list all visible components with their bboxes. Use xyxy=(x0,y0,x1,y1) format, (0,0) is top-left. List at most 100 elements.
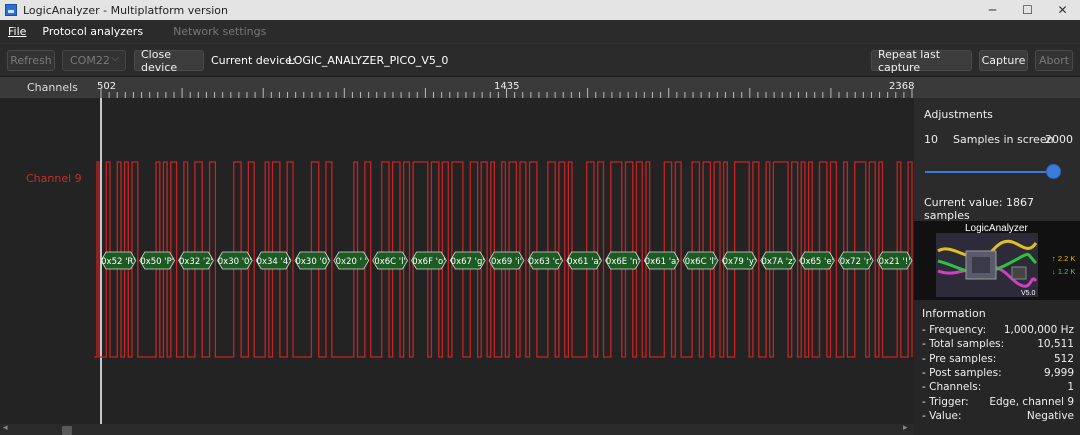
info-row-value: 9,999 xyxy=(1043,366,1074,379)
decoded-byte: 0x34 '4' xyxy=(255,251,292,270)
sample-viewer[interactable]: Channel 9 0x52 'R' 0x50 'P' 0x32 '2' 0x30 '… xyxy=(0,98,914,424)
info-row-value: Negative xyxy=(1026,409,1074,422)
port-select[interactable]: COM22 ⌵ xyxy=(62,50,126,71)
info-row-value: 512 xyxy=(1053,352,1074,365)
decoded-byte-label: 0x72 'r' xyxy=(840,257,872,267)
ruler-ticks xyxy=(100,88,913,98)
info-row-value: 10,511 xyxy=(1037,338,1074,351)
info-row-label: - Trigger: xyxy=(922,395,969,408)
samples-slider-handle[interactable] xyxy=(1046,164,1061,179)
info-row-label: - Value: xyxy=(922,409,962,422)
decoded-byte-label: 0x79 'y' xyxy=(723,257,757,267)
info-row-value: 1 xyxy=(1067,381,1074,394)
close-icon[interactable]: ✕ xyxy=(1045,0,1080,20)
scroll-left-icon[interactable]: ◂ xyxy=(3,423,8,433)
info-row: - Value: Negative xyxy=(922,410,1074,422)
decoded-byte: 0x30 '0' xyxy=(294,251,331,270)
sample-ruler: Channels 502 1435 2368 xyxy=(0,77,1080,98)
decoded-byte: 0x6E 'n' xyxy=(605,251,641,270)
menu-protocol-analyzers[interactable]: Protocol analyzers xyxy=(42,25,143,38)
decoded-byte: 0x79 'y' xyxy=(721,251,758,270)
maximize-icon[interactable]: ☐ xyxy=(1010,0,1045,20)
samples-in-screen-label: Samples in screen xyxy=(953,133,1054,146)
window-controls: ─ ☐ ✕ xyxy=(975,0,1080,20)
decoded-byte-label: 0x21 '!' xyxy=(879,257,911,267)
info-row-label: - Post samples: xyxy=(922,366,1002,379)
stat-down-text: ↓ 1.2 K xyxy=(1052,267,1075,276)
right-panel: Adjustments 10 Samples in screen 2000 Cu… xyxy=(914,98,1080,435)
information-panel: Information - Frequency: 1,000,000 Hz - To… xyxy=(914,300,1080,435)
decoded-byte-label: 0x69 'i' xyxy=(491,257,522,267)
samples-slider-track[interactable] xyxy=(925,171,1055,173)
decoded-byte-label: 0x61 'a' xyxy=(645,257,679,267)
decoded-byte-label: 0x30 '0' xyxy=(218,257,252,267)
channel-waveform: 0x52 'R' 0x50 'P' 0x32 '2' 0x30 '0' 0x34 '4'… xyxy=(94,98,913,424)
info-row: - Pre samples: 512 xyxy=(922,353,1074,365)
decoded-byte: 0x52 'R' xyxy=(100,251,137,270)
close-device-button[interactable]: Close device xyxy=(134,48,204,74)
port-select-value: COM22 xyxy=(70,54,110,67)
decoded-byte-label: 0x65 'e' xyxy=(800,257,834,267)
minimize-icon[interactable]: ─ xyxy=(975,0,1010,20)
current-device-label: Current device: xyxy=(211,54,296,67)
abort-button[interactable]: Abort xyxy=(1035,50,1073,71)
decoded-byte-label: 0x6F 'o' xyxy=(412,257,445,267)
info-row-value: 1,000,000 Hz xyxy=(1003,324,1074,336)
decoded-byte: 0x7A 'z' xyxy=(760,251,797,270)
adjustments-title: Adjustments xyxy=(924,108,993,121)
samples-min-label: 10 xyxy=(924,133,938,146)
decoded-byte-label: 0x61 'a' xyxy=(567,257,601,267)
menu-network-settings[interactable]: Network settings xyxy=(173,25,266,38)
decoded-byte-label: 0x32 '2' xyxy=(179,257,213,267)
window-title: LogicAnalyzer - Multiplatform version xyxy=(23,3,228,17)
decoded-byte: 0x6F 'o' xyxy=(411,251,447,270)
decoded-byte-label: 0x30 '0' xyxy=(295,257,329,267)
scroll-thumb[interactable] xyxy=(62,426,72,435)
decoded-byte-label: 0x52 'R' xyxy=(101,257,136,267)
decoded-byte-label: 0x6E 'n' xyxy=(606,257,640,267)
decoded-byte: 0x72 'r' xyxy=(837,251,874,270)
refresh-button[interactable]: Refresh xyxy=(7,50,55,71)
decoded-byte: 0x63 'c' xyxy=(527,251,564,270)
decoded-byte: 0x61 'a' xyxy=(643,251,680,270)
decoded-byte: 0x21 '!' xyxy=(876,251,913,270)
info-row: - Trigger: Edge, channel 9 xyxy=(922,396,1074,408)
decoded-byte: 0x32 '2' xyxy=(178,251,214,270)
menu-file[interactable]: File xyxy=(8,25,26,38)
device-board-illustration: LogicAnalyzer V5.0 ↑ 2.2 K ↓ 1.2 K xyxy=(914,221,1080,300)
decoded-byte: 0x30 '0' xyxy=(216,251,253,270)
info-row-value: Edge, channel 9 xyxy=(989,395,1074,408)
info-row: - Total samples: 10,511 xyxy=(922,338,1074,350)
info-row: - Frequency: 1,000,000 Hz xyxy=(922,324,1074,336)
decoded-byte-label: 0x67 'g' xyxy=(451,257,485,267)
decoded-byte: 0x6C 'l' xyxy=(372,251,408,270)
current-device-value: LOGIC_ANALYZER_PICO_V5_0 xyxy=(288,54,449,67)
window-titlebar: LogicAnalyzer - Multiplatform version ─ … xyxy=(0,0,1080,20)
samples-max-label: 2000 xyxy=(1045,133,1073,146)
decoded-byte-label: 0x50 'P' xyxy=(140,257,174,267)
decoded-byte: 0x67 'g' xyxy=(449,251,486,270)
menu-bar: File Protocol analyzers Network settings xyxy=(0,20,1080,43)
decoded-byte-label: 0x20 ' ' xyxy=(336,257,367,267)
device-brand-text: LogicAnalyzer xyxy=(965,223,1028,234)
decoded-byte-label: 0x7A 'z' xyxy=(761,257,795,267)
info-row-label: - Total samples: xyxy=(922,338,1005,351)
information-title: Information xyxy=(922,307,986,320)
current-value-label: Current value: 1867 samples xyxy=(924,196,1035,222)
repeat-last-capture-button[interactable]: Repeat last capture xyxy=(871,48,972,74)
info-row-label: - Pre samples: xyxy=(922,352,997,365)
toolbar: Refresh COM22 ⌵ Close device Current dev… xyxy=(0,43,1080,76)
capture-button[interactable]: Capture xyxy=(979,50,1028,71)
decoded-byte-label: 0x63 'c' xyxy=(529,257,562,267)
info-row-label: - Channels: xyxy=(922,381,982,394)
decoded-byte-label: 0x6C 'l' xyxy=(685,257,717,267)
decoded-byte-label: 0x34 '4' xyxy=(257,257,291,267)
decoded-byte: 0x65 'e' xyxy=(799,251,835,270)
app-icon xyxy=(5,4,17,16)
horizontal-scrollbar[interactable]: ◂ ▸ xyxy=(0,423,914,435)
scroll-right-icon[interactable]: ▸ xyxy=(903,423,908,433)
chevron-down-icon: ⌵ xyxy=(111,53,119,64)
decoded-byte: 0x50 'P' xyxy=(139,251,176,270)
info-row: - Post samples: 9,999 xyxy=(922,367,1074,379)
device-image: LogicAnalyzer V5.0 ↑ 2.2 K ↓ 1.2 K xyxy=(914,221,1080,300)
